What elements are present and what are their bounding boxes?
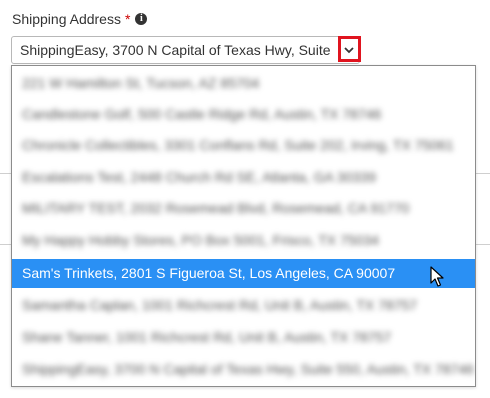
dropdown-option[interactable]: 221 W Hamilton St, Tucson, AZ 85704 [12, 69, 475, 98]
dropdown-option[interactable]: Samantha Caplan, 1001 Richcrest Rd, Unit… [12, 291, 475, 320]
select-current-value: ShippingEasy, 3700 N Capital of Texas Hw… [20, 42, 331, 58]
info-icon[interactable]: i [135, 13, 148, 25]
dropdown-option[interactable]: MILITARY TEST, 2032 Rosemead Blvd, Rosem… [12, 194, 475, 223]
dropdown-option[interactable]: Escalations Test, 2448 Church Rd SE, Atl… [12, 163, 475, 192]
background-divider [476, 173, 490, 174]
highlight-annotation-box [338, 36, 361, 62]
required-mark: * [124, 11, 131, 27]
background-divider [0, 173, 11, 174]
mouse-cursor-icon [430, 266, 444, 287]
dropdown-option[interactable]: Shane Tanner, 1001 Richcrest Rd, Unit B,… [12, 323, 475, 352]
dropdown-option[interactable]: My Happy Hobby Stores, PO Box 5001, Fris… [12, 226, 475, 255]
background-divider [476, 244, 490, 245]
dropdown-option[interactable]: Candlestone Golf, 500 Castle Ridge Rd, A… [12, 100, 475, 129]
background-divider [0, 244, 11, 245]
shipping-address-select[interactable]: ShippingEasy, 3700 N Capital of Texas Hw… [11, 36, 360, 64]
dropdown-option[interactable]: ShippingEasy, 3700 N Capital of Texas Hw… [12, 355, 475, 384]
shipping-address-label-row: Shipping Address * i [12, 10, 148, 28]
address-dropdown-list[interactable]: 221 W Hamilton St, Tucson, AZ 85704 Candl… [11, 65, 476, 387]
field-label: Shipping Address [12, 11, 121, 27]
dropdown-option[interactable]: Sam's Trinkets, 2801 S Figueroa St, Los … [12, 259, 475, 288]
dropdown-option[interactable]: Chronicle Collectibles, 3301 Conflans Rd… [12, 131, 475, 160]
